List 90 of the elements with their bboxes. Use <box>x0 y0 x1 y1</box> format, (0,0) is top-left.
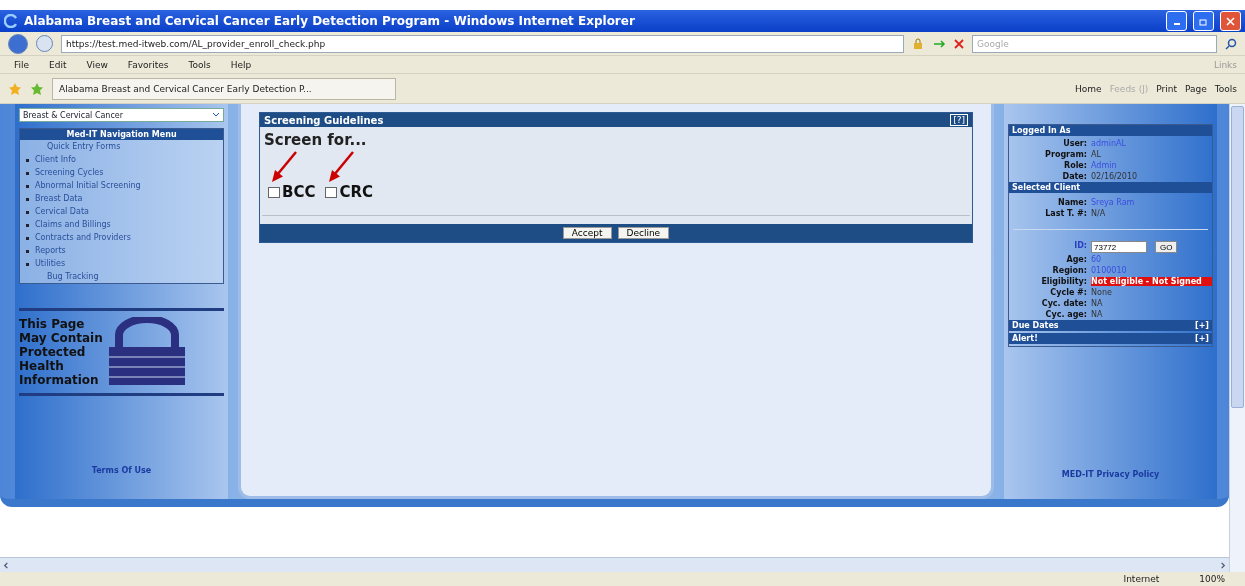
browser-logo-icon <box>4 14 18 28</box>
search-icon[interactable] <box>1225 37 1237 50</box>
horizontal-scrollbar[interactable] <box>0 557 1229 572</box>
field-value: Not eligible - Not Signed <box>1091 277 1212 286</box>
field-value: Admin <box>1091 161 1118 170</box>
nav-item[interactable]: Reports <box>20 244 223 257</box>
terms-link[interactable]: Terms Of Use <box>19 466 224 475</box>
nav-item[interactable]: Bug Tracking <box>20 270 223 283</box>
id-input[interactable]: 73772 <box>1091 241 1147 253</box>
field-value: NA <box>1091 310 1104 319</box>
field-value: 0100010 <box>1091 266 1128 275</box>
nav-item[interactable]: Quick Entry Forms <box>20 140 223 153</box>
nav-item[interactable]: Contracts and Providers <box>20 231 223 244</box>
phi-notice: This Page May Contain Protected Health Information <box>19 317 103 387</box>
padlock-icon <box>106 317 187 387</box>
field-value: None <box>1091 288 1113 297</box>
field-label: Cyc. age: <box>1044 310 1087 319</box>
menu-item[interactable]: View <box>80 59 114 70</box>
panel-heading: Screen for... <box>263 130 368 151</box>
checkbox-option[interactable]: CRC <box>325 183 374 201</box>
nav-item[interactable]: Claims and Billings <box>20 218 223 231</box>
browser-tab[interactable]: Alabama Breast and Cervical Cancer Early Detection P... <box>52 77 396 100</box>
window-title: Alabama Breast and Cervical Cancer Early Detection Program - Windows Internet Explorer <box>24 14 636 28</box>
star-icon[interactable] <box>8 81 22 96</box>
section-header: Selected Client <box>1009 182 1212 193</box>
back-button[interactable] <box>8 33 28 54</box>
menu-item[interactable]: Edit <box>43 59 73 70</box>
field-label: Region: <box>1051 266 1087 275</box>
command-button[interactable]: Print <box>1156 83 1178 94</box>
field-value: NA <box>1091 299 1104 308</box>
nav-item[interactable]: Screening Cycles <box>20 166 223 179</box>
help-button[interactable]: [?] <box>950 114 968 126</box>
field-label: Cyc. date: <box>1040 299 1087 308</box>
go-button[interactable]: GO <box>1155 241 1178 253</box>
field-label: Role: <box>1062 161 1087 170</box>
arrow-annotation <box>327 150 357 185</box>
nav-item[interactable]: Abnormal Initial Screening <box>20 179 223 192</box>
arrow-annotation <box>270 150 300 185</box>
nav-item[interactable]: Cervical Data <box>20 205 223 218</box>
restore-button[interactable] <box>1193 11 1214 31</box>
checkbox[interactable] <box>268 186 280 198</box>
field-label: Program: <box>1044 150 1087 159</box>
field-label: ID: <box>1073 241 1087 250</box>
field-value: Sreya Ram <box>1091 198 1136 207</box>
forward-button[interactable] <box>36 35 53 52</box>
program-dropdown[interactable]: Breast & Cervical Cancer <box>19 108 224 122</box>
address-field[interactable]: https://test.med-itweb.com/AL_provider_enroll_check.php <box>61 34 904 53</box>
field-label: Cycle #: <box>1049 288 1087 297</box>
action-button[interactable]: Accept <box>562 227 612 239</box>
field-value: 02/16/2010 <box>1091 172 1139 181</box>
stop-icon[interactable] <box>954 38 964 49</box>
lock-icon <box>912 37 924 50</box>
panel-title: Screening Guidelines <box>264 114 384 126</box>
zoom-level[interactable]: 100% <box>1199 574 1225 584</box>
nav-item[interactable]: Client Info <box>20 153 223 166</box>
section-header: Logged In As <box>1009 125 1212 136</box>
command-button[interactable]: Page <box>1185 83 1207 94</box>
field-value: adminAL <box>1091 139 1127 148</box>
field-label: Eligibility: <box>1040 277 1087 286</box>
field-value: N/A <box>1091 209 1107 218</box>
field-value: AL <box>1091 150 1102 159</box>
field-label: Name: <box>1056 198 1087 207</box>
menu-item[interactable]: Help <box>224 59 258 70</box>
menu-item[interactable]: File <box>8 59 36 70</box>
vertical-scrollbar[interactable] <box>1229 104 1245 572</box>
menu-item[interactable]: Favorites <box>121 59 175 70</box>
close-button[interactable] <box>1220 11 1241 31</box>
collapsible-section-header[interactable]: Due Dates [+] <box>1009 320 1212 331</box>
close-icon <box>1226 16 1235 26</box>
chevron-down-icon <box>212 112 220 118</box>
action-button[interactable]: Decline <box>617 227 670 239</box>
refresh-icon[interactable] <box>932 38 946 49</box>
nav-item[interactable]: Breast Data <box>20 192 223 205</box>
command-button[interactable]: Tools <box>1214 83 1237 94</box>
field-label: Age: <box>1065 255 1087 264</box>
menu-title: Med-IT Navigation Menu <box>20 129 223 140</box>
zone-text: Internet <box>1123 574 1160 584</box>
checkbox-option[interactable]: BCC <box>268 183 316 201</box>
restore-icon <box>1199 16 1208 26</box>
field-label: Date: <box>1061 172 1087 181</box>
menu-item[interactable]: Tools <box>182 59 217 70</box>
minimize-button[interactable] <box>1166 11 1187 31</box>
field-label: Last T. #: <box>1044 209 1087 218</box>
url-text: https://test.med-itweb.com/AL_provider_enroll_check.php <box>66 38 326 49</box>
command-button[interactable]: Home <box>1075 83 1102 94</box>
checkbox[interactable] <box>325 186 338 198</box>
nav-item[interactable]: Utilities <box>20 257 223 270</box>
field-label: User: <box>1062 139 1087 148</box>
collapsible-section-header[interactable]: Alert! [+] <box>1009 333 1212 344</box>
field-value: 60 <box>1091 255 1103 264</box>
